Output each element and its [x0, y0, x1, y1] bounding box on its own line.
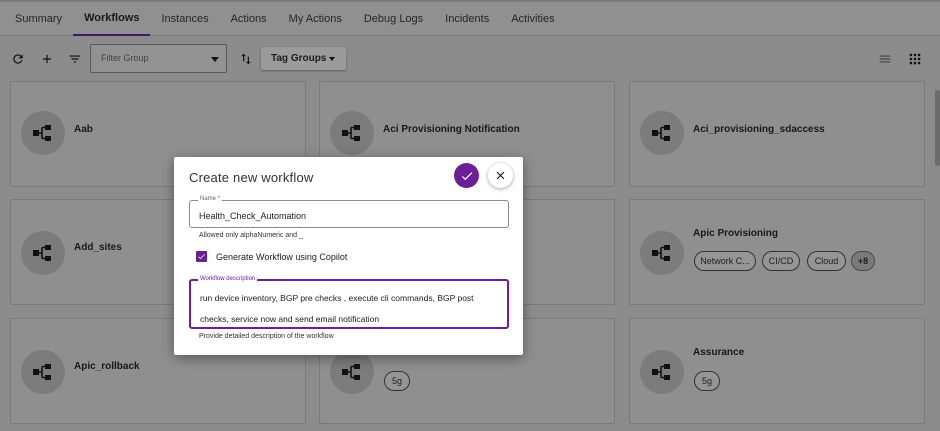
tag-groups-button[interactable]: Tag Groups — [261, 47, 346, 70]
description-field-label: Workflow description — [198, 276, 258, 282]
check-icon — [198, 254, 205, 260]
more-tags-chip[interactable]: +8 — [851, 251, 875, 271]
workflow-icon — [21, 231, 65, 275]
workflow-icon — [330, 350, 374, 394]
tag-chip[interactable]: CI/CD — [762, 251, 800, 271]
tab-debug-logs[interactable]: Debug Logs — [353, 2, 434, 36]
workflow-card[interactable]: Assurance 5g — [629, 318, 925, 424]
tab-activities[interactable]: Activities — [500, 2, 565, 36]
tab-bar: Summary Workflows Instances Actions My A… — [0, 0, 940, 36]
workflow-icon — [21, 111, 65, 155]
sort-icon[interactable] — [238, 51, 254, 67]
tag-chip[interactable]: 5g — [384, 371, 410, 391]
tab-instances[interactable]: Instances — [150, 2, 219, 36]
tab-incidents[interactable]: Incidents — [434, 2, 500, 36]
confirm-button[interactable] — [454, 163, 479, 188]
refresh-icon[interactable] — [10, 51, 26, 67]
name-field-label: Name * — [198, 196, 223, 202]
workflow-icon — [640, 111, 684, 155]
copilot-checkbox-label: Generate Workflow using Copilot — [216, 252, 348, 262]
tab-actions[interactable]: Actions — [220, 2, 278, 36]
filter-group-placeholder: Filter Group — [101, 53, 149, 63]
tag-chip[interactable]: 5g — [694, 371, 720, 391]
tab-workflows[interactable]: Workflows — [73, 2, 151, 36]
close-icon — [496, 171, 505, 180]
workflow-card-title: Add_sites — [74, 242, 122, 253]
add-icon[interactable] — [39, 51, 55, 67]
copilot-checkbox[interactable] — [196, 251, 207, 262]
tab-my-actions[interactable]: My Actions — [278, 2, 353, 36]
workflow-card-title: Aci_provisioning_sdaccess — [693, 124, 825, 135]
workflow-card-title: Apic Provisioning — [693, 228, 779, 239]
description-field[interactable]: Workflow description run device inventor… — [189, 276, 509, 329]
workflow-card-title: Assurance — [693, 347, 745, 358]
list-view-icon[interactable] — [877, 51, 893, 67]
name-field-hint: Allowed only alphaNumeric and _ — [199, 232, 303, 239]
name-field[interactable]: Name * Health_Check_Automation — [189, 196, 509, 228]
chevron-down-icon — [211, 57, 219, 62]
workflow-icon — [640, 350, 684, 394]
tag-groups-label: Tag Groups — [271, 53, 327, 64]
dialog-title: Create new workflow — [189, 170, 314, 185]
page-scrollbar[interactable] — [934, 80, 940, 431]
workflow-icon — [21, 350, 65, 394]
description-field-value: run device inventory, BGP pre checks , e… — [200, 293, 474, 324]
tag-chip[interactable]: Cloud — [807, 251, 846, 271]
workflow-card-title: Apic_rollback — [74, 361, 140, 372]
description-field-hint: Provide detailed description of the work… — [199, 333, 334, 340]
tab-summary[interactable]: Summary — [4, 2, 73, 36]
tag-chip[interactable]: Network C... — [694, 251, 756, 271]
filter-group-select[interactable]: Filter Group — [90, 44, 227, 73]
workflow-icon — [640, 231, 684, 275]
grid-view-icon[interactable] — [907, 51, 923, 67]
workflow-card[interactable]: Aci_provisioning_sdaccess — [629, 81, 925, 187]
close-button[interactable] — [488, 163, 513, 188]
check-icon — [461, 171, 472, 180]
workflow-card-title: Aab — [74, 124, 93, 135]
toolbar: Filter Group Tag Groups — [0, 38, 940, 80]
workflow-icon — [330, 111, 374, 155]
name-field-value: Health_Check_Automation — [199, 211, 307, 221]
chevron-down-icon — [329, 57, 335, 61]
workflow-card[interactable]: Apic Provisioning Network C... CI/CD Clo… — [629, 199, 925, 305]
filter-icon[interactable] — [67, 51, 83, 67]
workflow-card-title: Aci Provisioning Notification — [383, 124, 520, 135]
scrollbar-thumb[interactable] — [935, 90, 940, 166]
create-workflow-dialog: Create new workflow Name * Health_Check_… — [174, 157, 523, 355]
